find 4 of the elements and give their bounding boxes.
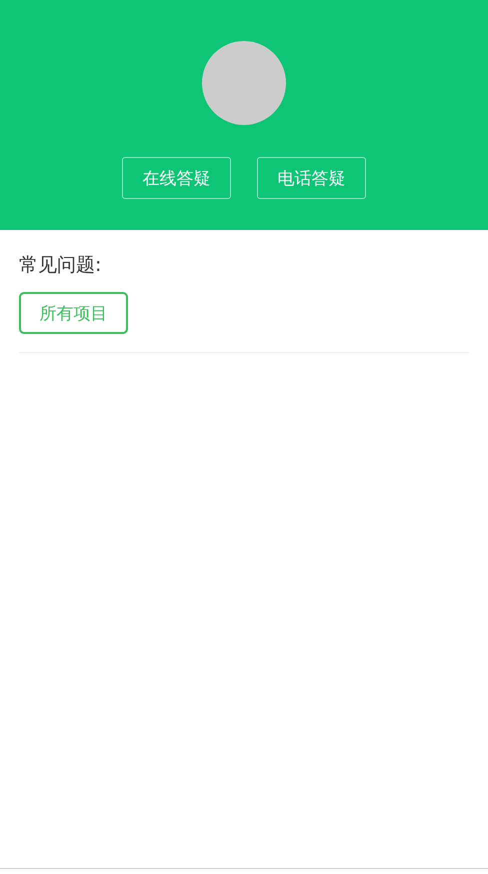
filter-tab[interactable]: 所有项目 bbox=[19, 292, 128, 334]
section-title: 常见问题: bbox=[19, 253, 102, 278]
help-button[interactable]: 电话答疑 bbox=[257, 157, 366, 199]
help-button[interactable]: 在线答疑 bbox=[122, 157, 231, 199]
